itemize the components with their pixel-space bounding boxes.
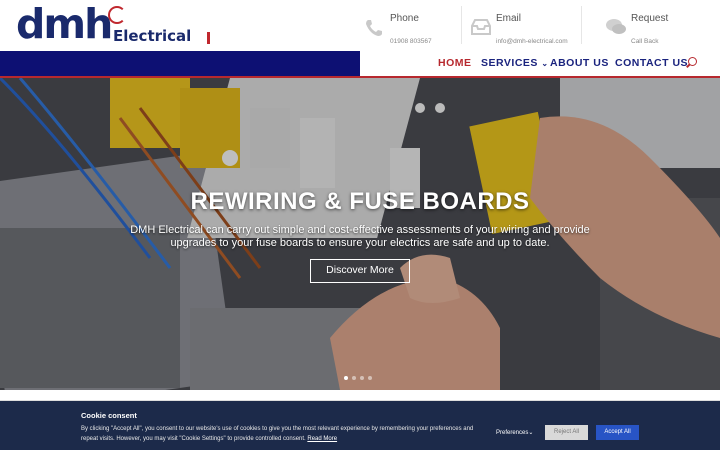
nav-about[interactable]: ABOUT US: [550, 57, 609, 69]
hero-title: REWIRING & FUSE BOARDS: [190, 188, 530, 215]
nav-contact[interactable]: CONTACT US: [615, 57, 688, 69]
chevron-down-icon: ⌄: [541, 59, 549, 68]
slider-dot[interactable]: [368, 376, 372, 380]
page: dmh Electrical Phone 01908 803567 Email …: [0, 0, 720, 450]
nav-home[interactable]: HOME: [438, 57, 472, 69]
contact-request-title: Request: [631, 13, 669, 24]
content-strip: [0, 390, 720, 400]
contact-email-title: Email: [496, 13, 522, 24]
reject-all-button[interactable]: Reject All: [545, 425, 588, 440]
contact-phone-number[interactable]: 01908 803567: [390, 38, 432, 45]
contact-request[interactable]: Request Call Back: [601, 6, 719, 48]
slider-dot[interactable]: [352, 376, 356, 380]
nav-accent-bar: [0, 51, 360, 76]
cookie-message: By clicking "Accept All", you consent to…: [81, 426, 474, 442]
cookie-title: Cookie consent: [81, 411, 137, 420]
nav-services[interactable]: SERVICES ⌄: [481, 57, 549, 69]
contact-email-address[interactable]: info@dmh-electrical.com: [496, 38, 568, 45]
chat-icon: [605, 18, 627, 36]
contact-request-sub[interactable]: Call Back: [631, 38, 658, 45]
main-nav: HOME SERVICES ⌄ ABOUT US CONTACT US: [360, 51, 720, 76]
logo-tail-mark: [207, 32, 210, 44]
logo-mark: dmh: [16, 0, 113, 48]
site-header: dmh Electrical Phone 01908 803567 Email …: [0, 0, 720, 52]
hero-description: DMH Electrical can carry out simple and …: [130, 224, 590, 249]
cookie-banner-body: Cookie consent By clicking "Accept All",…: [0, 401, 720, 450]
contact-email[interactable]: Email info@dmh-electrical.com: [466, 6, 584, 48]
preferences-button[interactable]: Preferences⌄: [496, 429, 533, 436]
search-icon[interactable]: [688, 57, 697, 66]
discover-more-button[interactable]: Discover More: [310, 259, 410, 283]
slider-dot[interactable]: [360, 376, 364, 380]
slider-dot[interactable]: [344, 376, 348, 380]
header-divider: [581, 6, 582, 44]
site-logo[interactable]: dmh Electrical: [16, 0, 210, 48]
phone-icon: [364, 18, 386, 36]
inbox-icon: [470, 18, 492, 36]
logo-wordmark: Electrical: [113, 27, 192, 45]
cookie-text: By clicking "Accept All", you consent to…: [81, 424, 481, 444]
header-divider: [461, 6, 462, 44]
logo-swirl-icon: [108, 6, 126, 24]
nav-services-label: SERVICES: [481, 57, 538, 69]
chevron-down-icon: ⌄: [528, 430, 534, 436]
contact-phone-title: Phone: [390, 13, 419, 24]
accept-all-button[interactable]: Accept All: [596, 425, 639, 440]
slider-dots: [344, 367, 376, 385]
hero-slider: REWIRING & FUSE BOARDS DMH Electrical ca…: [0, 78, 720, 390]
preferences-label: Preferences: [496, 430, 529, 436]
cookie-banner: Cookie consent By clicking "Accept All",…: [0, 400, 720, 450]
read-more-link[interactable]: Read More: [307, 436, 337, 442]
